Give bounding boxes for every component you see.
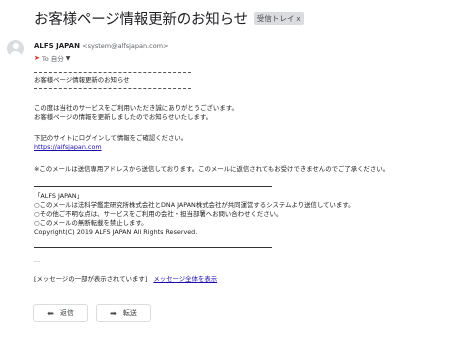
reply-button[interactable]: ⬅ 返信 [33, 304, 88, 322]
recipient-label: To 自分 [41, 55, 64, 63]
reply-icon: ⬅ [47, 308, 54, 318]
site-link[interactable]: https://alfsjapan.com [34, 143, 102, 152]
footer-rule-bottom [34, 247, 272, 248]
reply-label: 返信 [59, 309, 74, 317]
sender-avatar[interactable] [7, 40, 24, 57]
sender-name[interactable]: ALFS JAPAN [34, 42, 80, 50]
footer-line-5: Copyright(C) 2019 ALFS JAPAN All Rights … [34, 228, 198, 236]
divider-bottom [34, 88, 191, 89]
footer-line-2: ○このメールは法科学鑑定研究所株式会社とDNA JAPAN株式会社が共同運営する… [34, 201, 355, 209]
forward-button[interactable]: ➡ 転送 [96, 304, 151, 322]
body-line-3: 下記のサイトにログインして情報をご確認ください。 [34, 134, 188, 142]
footer-line-3: ○その他ご不明な点は、サービスをご利用の会社・担当部署へお問い合わせください。 [34, 210, 283, 218]
body-line-1: この度は当社のサービスをご利用いただき誠にありがとうございます。 [34, 104, 238, 112]
clipped-message-text: [メッセージの一部が表示されています] [34, 275, 148, 283]
sender-email: <system@alfsjapan.com> [82, 42, 169, 50]
footer-line-4: ○このメールの無断転載を禁止します。 [34, 219, 148, 227]
trimmed-content-ellipsis[interactable]: ... [34, 256, 40, 265]
chevron-down-icon[interactable]: ▼ [66, 55, 71, 62]
forward-label: 転送 [122, 309, 137, 317]
avatar-body-shape [10, 50, 21, 57]
remove-label-icon[interactable]: x [296, 15, 300, 23]
body-heading: お客様ページ情報更新のお知らせ [34, 76, 130, 84]
footer-line-1: 「ALFS JAPAN」 [34, 192, 84, 200]
inbox-label-text: 受信トレイ [256, 14, 295, 23]
body-line-2: お客様ページの情報を更新しましたのでお知らせいたします。 [34, 113, 213, 121]
recipient-line[interactable]: ➤ To 自分 ▼ [34, 53, 70, 63]
sender-line: ALFS JAPAN <system@alfsjapan.com> [34, 42, 169, 50]
avatar-head-shape [12, 43, 19, 49]
subject-row: お客様ページ情報更新のお知らせ 受信トレイ x [34, 8, 304, 29]
important-marker-icon[interactable]: ➤ [34, 54, 40, 62]
divider-top [34, 72, 191, 73]
forward-icon: ➡ [110, 308, 117, 318]
inbox-label-chip[interactable]: 受信トレイ x [253, 12, 304, 25]
clipped-message-row: [メッセージの一部が表示されています] メッセージ全体を表示 [34, 275, 217, 284]
footer-rule-top [34, 186, 272, 187]
email-subject: お客様ページ情報更新のお知らせ [34, 12, 248, 28]
view-entire-message-link[interactable]: メッセージ全体を表示 [153, 275, 217, 283]
notice-text: ※このメールは送信専用アドレスから送信しております。このメールに返信されてもお受… [34, 165, 390, 173]
